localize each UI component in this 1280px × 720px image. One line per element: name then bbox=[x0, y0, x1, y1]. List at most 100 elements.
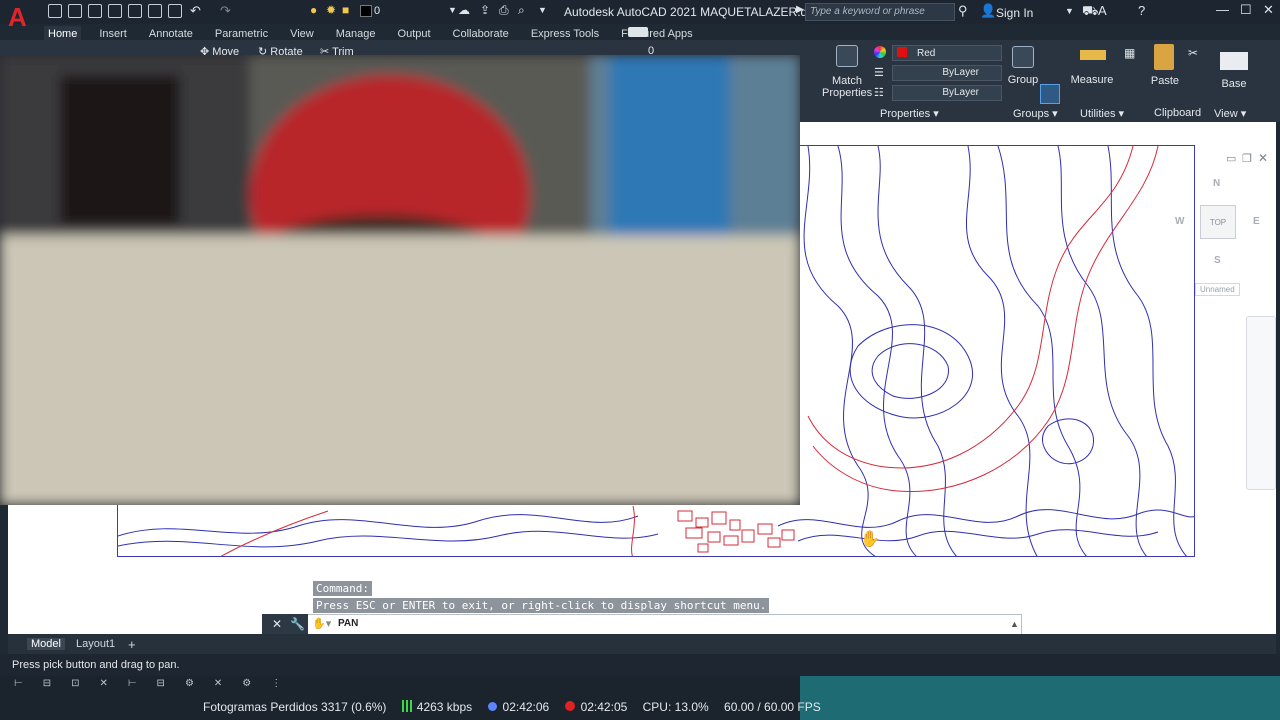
command-history-toggle-icon[interactable]: ▲ bbox=[1010, 619, 1019, 629]
ucs-dropdown[interactable]: Unnamed bbox=[1195, 283, 1240, 296]
viewport-minimize-icon[interactable]: ▭ bbox=[1226, 152, 1236, 165]
compass-south[interactable]: S bbox=[1214, 255, 1221, 266]
bitrate-stat: 4263 kbps bbox=[401, 700, 472, 714]
linetype-dropdown[interactable]: ByLayer bbox=[892, 65, 1002, 81]
groups-panel-title[interactable]: Groups ▾ bbox=[1013, 107, 1058, 120]
color-wheel-icon[interactable] bbox=[874, 46, 886, 58]
viewcube-top[interactable]: TOP bbox=[1200, 205, 1236, 239]
layout-tab-bar bbox=[8, 634, 1276, 654]
match-properties-icon[interactable] bbox=[836, 45, 858, 67]
autocad-logo-icon[interactable]: A bbox=[8, 2, 38, 32]
share-icon[interactable]: ⇪ bbox=[480, 3, 490, 17]
help-icon[interactable]: ? bbox=[1138, 3, 1145, 18]
match-properties-label-1: Match bbox=[832, 75, 862, 87]
save-icon[interactable] bbox=[88, 4, 102, 18]
group-icon[interactable] bbox=[1012, 46, 1034, 68]
command-history-2: Press ESC or ENTER to exit, or right-cli… bbox=[313, 598, 770, 613]
command-history-1: Command: bbox=[313, 581, 372, 596]
stream-time-stat: 02:42:06 bbox=[487, 700, 550, 714]
lightbulb-icon[interactable]: ● bbox=[310, 3, 317, 17]
customize-dropdown-icon[interactable]: ▼ bbox=[538, 5, 547, 15]
add-layout-button[interactable]: + bbox=[128, 637, 136, 652]
quick-calc-icon[interactable]: ▦ bbox=[1124, 46, 1135, 60]
paste-button[interactable]: Paste bbox=[1148, 75, 1182, 87]
compass-north[interactable]: N bbox=[1213, 178, 1220, 189]
group-button[interactable]: Group bbox=[1004, 74, 1042, 86]
contour-line bbox=[849, 324, 974, 419]
dropped-frames: Fotogramas Perdidos 3317 (0.6%) bbox=[203, 700, 387, 714]
paste-icon[interactable] bbox=[1154, 44, 1174, 70]
new-file-icon[interactable] bbox=[48, 4, 62, 18]
chevron-down-icon[interactable]: ▼ bbox=[448, 5, 457, 15]
user-icon[interactable]: 👤 bbox=[980, 3, 996, 19]
chevron-right-icon[interactable]: ▶ bbox=[796, 4, 804, 15]
sign-in-button[interactable]: Sign In bbox=[996, 6, 1033, 20]
measure-button[interactable]: Measure bbox=[1068, 74, 1116, 86]
customize-wrench-icon[interactable]: 🔧 bbox=[290, 617, 305, 631]
maximize-icon[interactable]: ☐ bbox=[1240, 2, 1252, 18]
ribbon-minimize-icon[interactable] bbox=[628, 27, 648, 37]
save-as-icon[interactable] bbox=[108, 4, 122, 18]
lineweight-icon: ☰ bbox=[874, 67, 884, 79]
view-panel-title[interactable]: View ▾ bbox=[1214, 107, 1246, 120]
contour-line bbox=[797, 529, 1159, 542]
command-hand-icon[interactable]: ✋▾ bbox=[312, 617, 331, 630]
search-input[interactable]: Type a keyword or phrase bbox=[805, 3, 955, 21]
base-button[interactable]: Base bbox=[1214, 78, 1254, 90]
autodesk-app-icon[interactable]: A bbox=[1098, 3, 1107, 18]
redo-icon[interactable]: ↷ bbox=[220, 3, 231, 19]
print-icon[interactable]: ⎙ bbox=[499, 3, 509, 18]
sign-in-dropdown-icon[interactable]: ▼ bbox=[1065, 6, 1074, 16]
plot-icon[interactable] bbox=[168, 4, 182, 18]
properties-panel-title[interactable]: Properties ▾ bbox=[880, 107, 939, 120]
red-contour-line bbox=[812, 146, 1159, 493]
fps-stat: 60.00 / 60.00 FPS bbox=[724, 700, 821, 714]
utilities-panel-title[interactable]: Utilities ▾ bbox=[1080, 107, 1124, 120]
sun-icon[interactable]: ✹ bbox=[326, 3, 336, 17]
tab-model[interactable]: Model bbox=[27, 638, 65, 650]
red-contour-line bbox=[807, 146, 1134, 469]
clipboard-panel-title[interactable]: Clipboard bbox=[1154, 107, 1201, 119]
webcam-image bbox=[0, 55, 800, 505]
save-web-icon[interactable] bbox=[148, 4, 162, 18]
close-icon[interactable]: ✕ bbox=[1263, 2, 1274, 18]
close-command-icon[interactable]: ✕ bbox=[272, 617, 282, 631]
search-icon[interactable]: ⚲ bbox=[958, 3, 968, 19]
tab-layout1[interactable]: Layout1 bbox=[76, 638, 115, 650]
groups-panel-label: Groups bbox=[1013, 108, 1050, 120]
color-value: Red bbox=[917, 48, 936, 59]
ribbon-tabs: Home Insert Annotate Parametric View Manage Ou… bbox=[44, 24, 711, 44]
color-dropdown[interactable]: Red bbox=[892, 45, 1002, 61]
properties-panel-label: Properties bbox=[880, 108, 931, 120]
compass-west[interactable]: W bbox=[1175, 216, 1184, 227]
contour-line bbox=[1107, 146, 1188, 556]
undo-icon[interactable]: ↶ bbox=[190, 3, 201, 19]
match-properties-label-2: Properties bbox=[822, 87, 873, 99]
status-toolbar-icons[interactable]: ⊢⊟⊡✕⊢⊟⚙✕⚙⋮ bbox=[14, 678, 301, 689]
cut-icon[interactable]: ✂ bbox=[1188, 46, 1198, 60]
lineweight-dropdown[interactable]: ByLayer bbox=[892, 85, 1002, 101]
group-select-icon[interactable] bbox=[1040, 84, 1060, 104]
minimize-icon[interactable]: — bbox=[1216, 2, 1229, 17]
record-icon bbox=[564, 701, 575, 711]
stream-status-icon bbox=[487, 702, 497, 711]
match-properties-button[interactable]: Match Properties bbox=[822, 75, 872, 99]
measure-icon[interactable] bbox=[1080, 50, 1106, 60]
viewport-close-icon[interactable]: ✕ bbox=[1258, 151, 1268, 165]
match-icon[interactable]: ⌕ bbox=[518, 3, 525, 18]
base-view-icon[interactable] bbox=[1220, 52, 1248, 70]
cart-icon[interactable]: ⛟ bbox=[1082, 3, 1098, 21]
lock-icon[interactable]: ■ bbox=[342, 3, 349, 17]
open-file-icon[interactable] bbox=[68, 4, 82, 18]
contour-line bbox=[997, 146, 1088, 556]
linetype-icon: ☷ bbox=[874, 87, 884, 99]
viewport-restore-icon[interactable]: ❐ bbox=[1242, 152, 1252, 165]
command-line-input[interactable] bbox=[262, 614, 1022, 635]
layer-dropdown[interactable]: 0 bbox=[374, 5, 380, 17]
view-panel-label: View bbox=[1214, 108, 1238, 120]
navigation-bar[interactable] bbox=[1246, 316, 1276, 490]
compass-east[interactable]: E bbox=[1253, 216, 1260, 227]
open-web-icon[interactable] bbox=[128, 4, 142, 18]
workspace-icon[interactable]: ☁ bbox=[458, 3, 470, 17]
stream-time-value: 02:42:06 bbox=[502, 700, 550, 714]
